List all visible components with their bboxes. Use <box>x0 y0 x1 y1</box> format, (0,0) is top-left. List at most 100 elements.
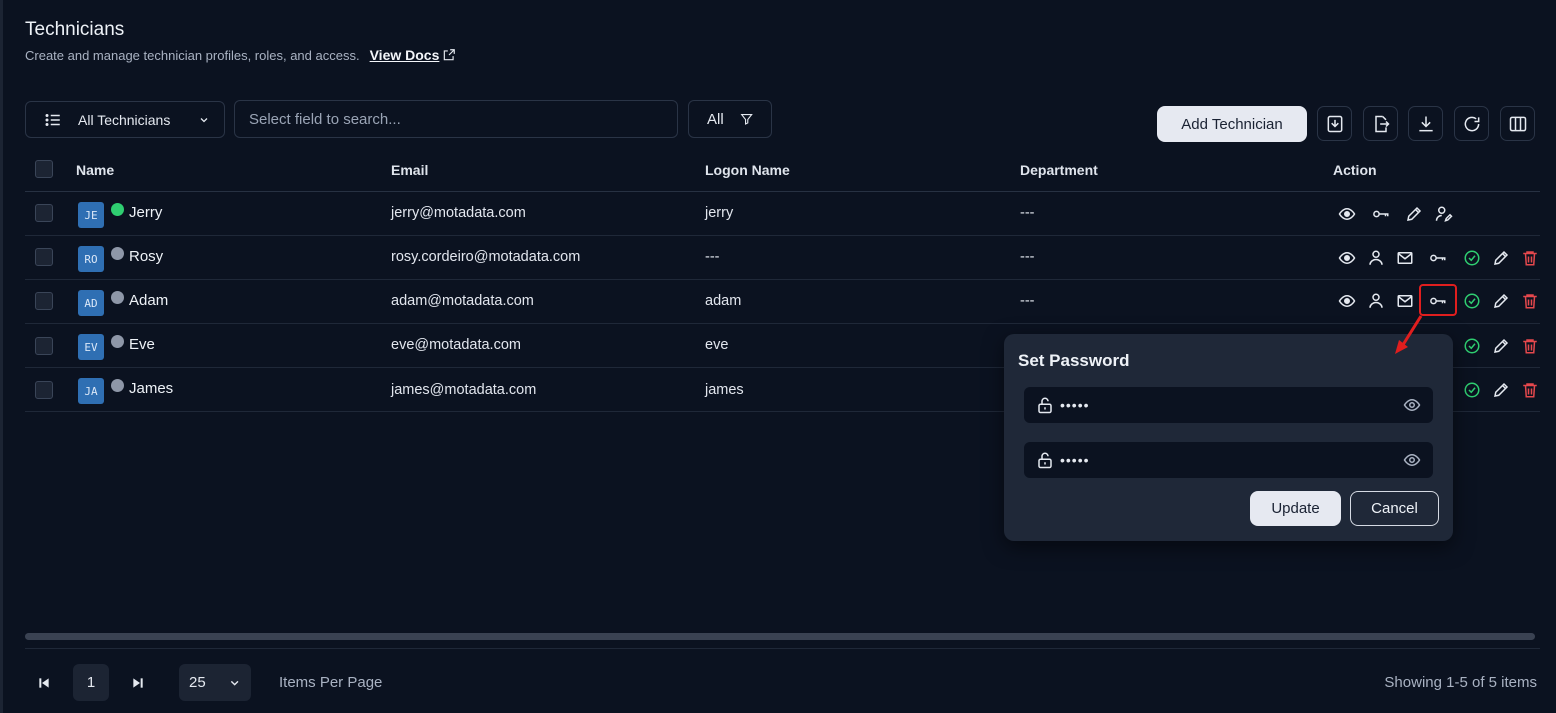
export-button[interactable] <box>1363 106 1398 141</box>
row-checkbox[interactable] <box>35 292 53 310</box>
view-selector[interactable]: All Technicians <box>25 101 225 138</box>
technician-name[interactable]: Jerry <box>129 204 162 221</box>
column-header-logon[interactable]: Logon Name <box>705 162 790 178</box>
add-technician-button[interactable]: Add Technician <box>1157 106 1307 142</box>
technician-name[interactable]: Eve <box>129 336 155 353</box>
chevron-down-icon <box>230 680 239 686</box>
avatar: JA <box>78 378 104 404</box>
current-page[interactable]: 1 <box>73 664 109 701</box>
first-page-icon <box>39 678 49 688</box>
column-header-department[interactable]: Department <box>1020 162 1098 178</box>
email-cell: james@motadata.com <box>391 382 537 398</box>
cancel-button[interactable]: Cancel <box>1350 491 1439 526</box>
password-field[interactable]: ••••• <box>1024 387 1433 423</box>
external-link-icon <box>444 49 456 61</box>
column-header-name[interactable]: Name <box>76 162 114 178</box>
email-cell: eve@motadata.com <box>391 337 521 353</box>
annotation-arrow <box>1395 315 1423 354</box>
technician-name[interactable]: James <box>129 380 173 397</box>
user-icon[interactable] <box>1367 292 1385 310</box>
items-per-page-label: Items Per Page <box>279 674 383 691</box>
table-header: Name Email Logon Name Department Action <box>25 154 1540 192</box>
user-icon[interactable] <box>1367 249 1385 267</box>
activate-check-icon[interactable] <box>1463 292 1481 310</box>
page-subtitle: Create and manage technician profiles, r… <box>25 47 456 63</box>
row-checkbox[interactable] <box>35 248 53 266</box>
avatar: EV <box>78 334 104 360</box>
status-offline-indicator <box>111 291 124 304</box>
activate-check-icon[interactable] <box>1463 381 1481 399</box>
confirm-password-field[interactable]: ••••• <box>1024 442 1433 478</box>
column-header-email[interactable]: Email <box>391 162 428 178</box>
email-cell: rosy.cordeiro@motadata.com <box>391 249 581 265</box>
table-row: AD Adam adam@motadata.com adam --- <box>25 280 1540 324</box>
edit-icon[interactable] <box>1405 205 1423 223</box>
search-input[interactable]: Select field to search... <box>234 100 678 138</box>
download-button[interactable] <box>1408 106 1443 141</box>
confirm-password-value: ••••• <box>1060 452 1090 468</box>
last-page-button[interactable] <box>127 664 149 702</box>
horizontal-scrollbar[interactable] <box>25 633 1535 640</box>
show-password-icon[interactable] <box>1403 451 1421 469</box>
set-password-popover: Set Password ••••• ••••• Update Cancel <box>1004 334 1453 541</box>
import-icon <box>1327 115 1342 132</box>
technician-name[interactable]: Rosy <box>129 248 163 265</box>
refresh-icon <box>1464 116 1479 131</box>
activate-check-icon[interactable] <box>1463 249 1481 267</box>
row-checkbox[interactable] <box>35 204 53 222</box>
items-per-page-select[interactable]: 25 <box>179 664 251 701</box>
mail-icon[interactable] <box>1396 249 1414 267</box>
delete-icon[interactable] <box>1521 381 1539 399</box>
columns-button[interactable] <box>1500 106 1535 141</box>
import-button[interactable] <box>1317 106 1352 141</box>
activate-check-icon[interactable] <box>1463 337 1481 355</box>
row-checkbox[interactable] <box>35 381 53 399</box>
update-button[interactable]: Update <box>1250 491 1341 526</box>
avatar: JE <box>78 202 104 228</box>
view-docs-link[interactable]: View Docs <box>370 47 457 63</box>
view-icon[interactable] <box>1338 205 1356 223</box>
key-icon[interactable] <box>1429 249 1447 267</box>
email-cell: adam@motadata.com <box>391 293 534 309</box>
delete-icon[interactable] <box>1521 292 1539 310</box>
department-cell: --- <box>1020 205 1035 221</box>
delete-icon[interactable] <box>1521 249 1539 267</box>
edit-icon[interactable] <box>1492 337 1510 355</box>
footer-divider <box>25 648 1540 649</box>
logon-cell: jerry <box>705 205 734 221</box>
status-offline-indicator <box>111 379 124 392</box>
key-icon[interactable] <box>1372 205 1390 223</box>
table-row: RO Rosy rosy.cordeiro@motadata.com --- -… <box>25 236 1540 280</box>
select-all-checkbox[interactable] <box>35 160 53 178</box>
technician-name[interactable]: Adam <box>129 292 168 309</box>
filter-icon <box>740 114 753 125</box>
per-page-value: 25 <box>189 674 206 691</box>
list-icon <box>45 113 60 126</box>
refresh-button[interactable] <box>1454 106 1489 141</box>
logon-cell: --- <box>705 249 720 265</box>
filter-button[interactable]: All <box>688 100 772 138</box>
table-row: JE Jerry jerry@motadata.com jerry --- <box>25 192 1540 236</box>
show-password-icon[interactable] <box>1403 396 1421 414</box>
user-edit-icon[interactable] <box>1435 205 1453 223</box>
popover-title: Set Password <box>1018 351 1130 370</box>
avatar: RO <box>78 246 104 272</box>
logon-cell: eve <box>705 337 729 353</box>
view-icon[interactable] <box>1338 249 1356 267</box>
first-page-button[interactable] <box>33 664 55 702</box>
delete-icon[interactable] <box>1521 337 1539 355</box>
columns-icon <box>1509 116 1526 131</box>
view-selector-label: All Technicians <box>78 111 171 128</box>
edit-icon[interactable] <box>1492 381 1510 399</box>
row-checkbox[interactable] <box>35 337 53 355</box>
view-docs-label: View Docs <box>369 47 440 63</box>
edit-icon[interactable] <box>1492 292 1510 310</box>
column-header-action: Action <box>1333 162 1377 178</box>
view-icon[interactable] <box>1338 292 1356 310</box>
chevron-down-icon <box>200 117 208 122</box>
page-title: Technicians <box>25 19 125 40</box>
edit-icon[interactable] <box>1492 249 1510 267</box>
mail-icon[interactable] <box>1396 292 1414 310</box>
last-page-icon <box>133 678 143 688</box>
set-password-key-icon[interactable] <box>1429 292 1447 310</box>
